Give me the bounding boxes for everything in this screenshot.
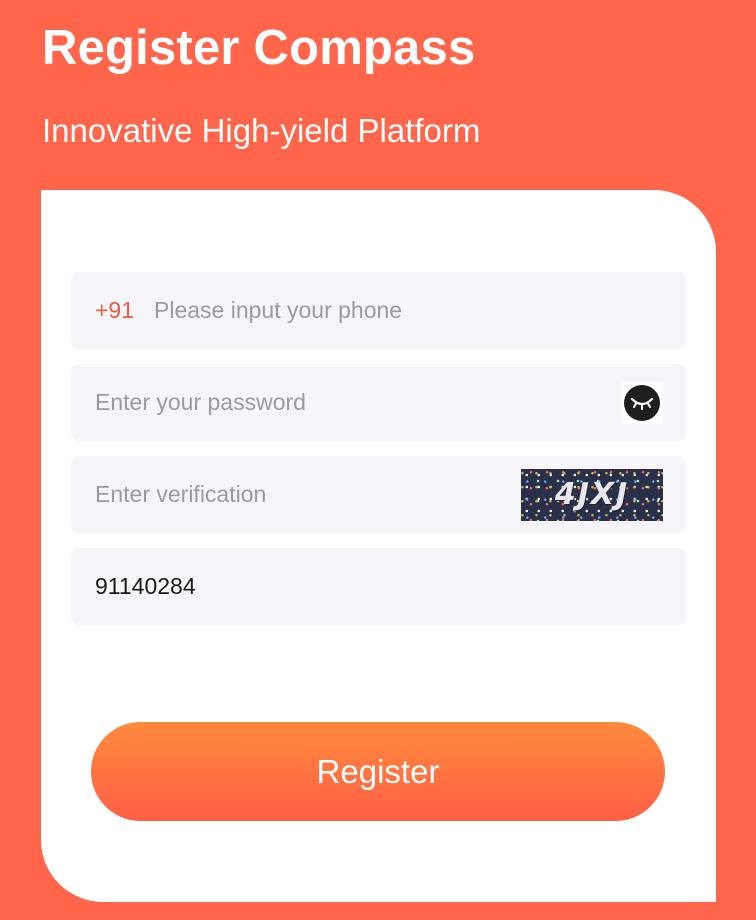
captcha-image[interactable]: 4JXJ — [521, 468, 663, 521]
register-card: +91 4JXJ Register — [41, 190, 716, 902]
verification-input[interactable] — [95, 456, 521, 533]
page-title: Register Compass — [42, 21, 476, 75]
phone-input[interactable] — [154, 272, 662, 349]
invite-code-field — [71, 548, 686, 625]
page-header: Register Compass Innovative High-yield P… — [42, 18, 480, 151]
eye-closed-icon[interactable] — [621, 381, 663, 424]
verification-field: 4JXJ — [71, 456, 686, 533]
captcha-text: 4JXJ — [554, 477, 630, 512]
page-subtitle: Innovative High-yield Platform — [42, 112, 481, 149]
invite-code-input[interactable] — [95, 548, 662, 625]
password-input[interactable] — [95, 364, 621, 441]
password-field — [71, 364, 686, 441]
phone-field: +91 — [71, 272, 686, 349]
register-button[interactable]: Register — [91, 722, 665, 821]
country-code-prefix[interactable]: +91 — [95, 297, 134, 324]
